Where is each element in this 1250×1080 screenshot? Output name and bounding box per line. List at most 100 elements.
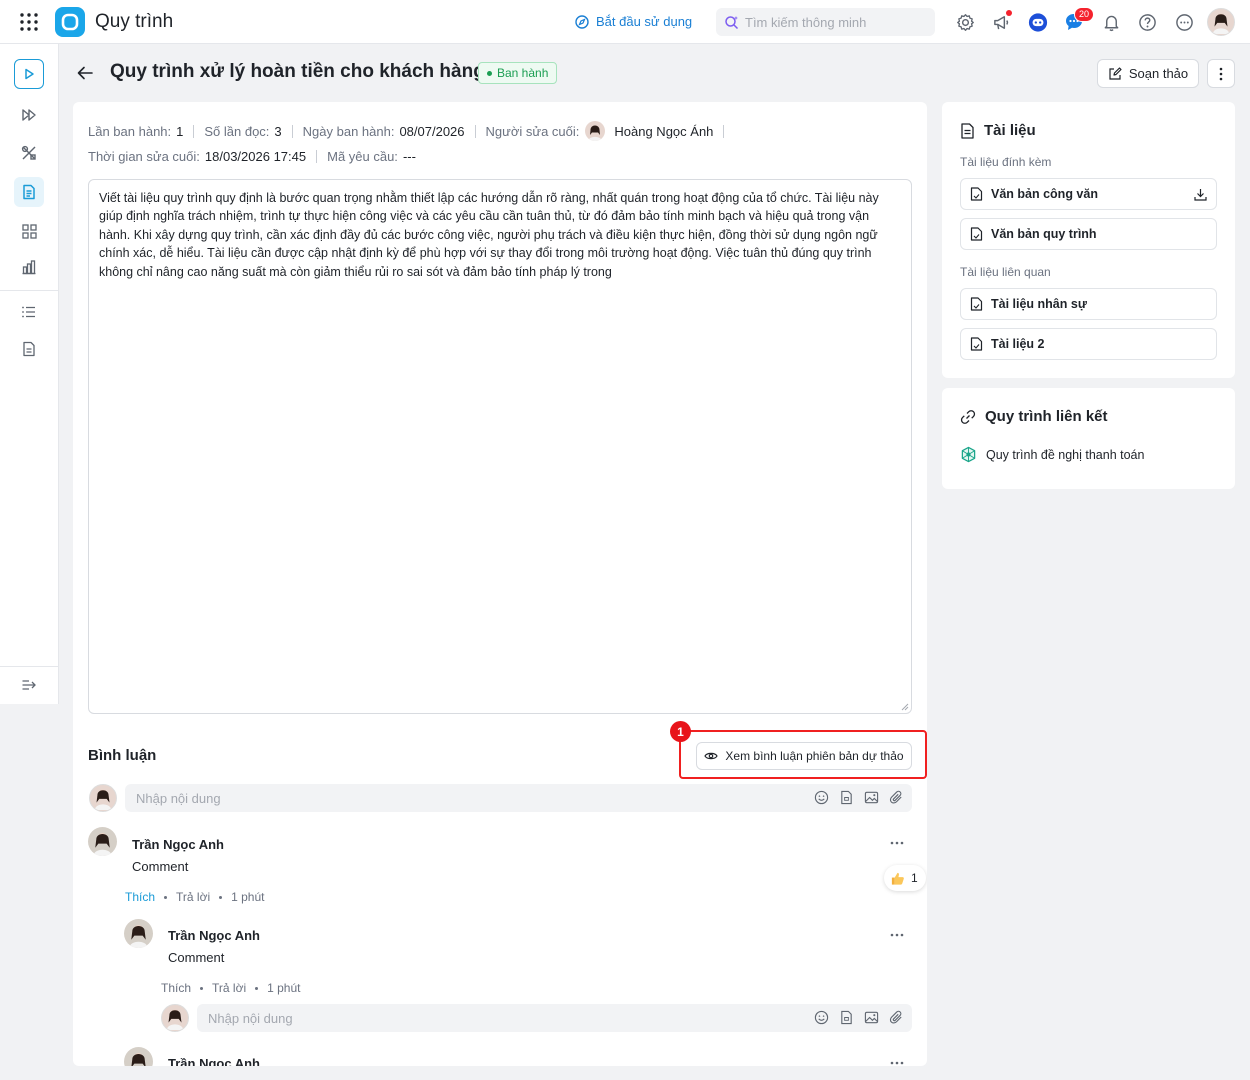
attached-document-name: Văn bản công văn xyxy=(991,187,1098,201)
page-title: Quy trình xử lý hoàn tiền cho khách hàng xyxy=(110,61,485,82)
back-button[interactable] xyxy=(75,63,95,83)
play-icon xyxy=(25,68,34,80)
sidebar-expand-toggle[interactable] xyxy=(14,670,44,700)
document-content[interactable]: Viết tài liệu quy trình quy định là bước… xyxy=(88,179,912,714)
release-count-label: Lần ban hành: xyxy=(88,123,172,139)
megaphone-icon[interactable] xyxy=(991,10,1012,32)
reply-input-tools xyxy=(814,1010,904,1025)
sidebar-item-documents[interactable] xyxy=(14,177,44,207)
reaction-count: 1 xyxy=(911,871,918,885)
bell-icon[interactable] xyxy=(1101,12,1121,32)
reply-input-avatar xyxy=(161,1004,189,1032)
attached-document-name: Văn bản quy trình xyxy=(991,227,1097,241)
meta-row-1: Lần ban hành: 1 Số lần đọc: 3 Ngày ban h… xyxy=(88,121,734,141)
image-icon[interactable] xyxy=(864,1010,879,1025)
file-icon xyxy=(970,187,983,201)
sidebar-item-list[interactable] xyxy=(14,297,44,327)
view-draft-comments-label: Xem bình luận phiên bản dự thảo xyxy=(725,749,904,763)
sidebar-item-fast-forward[interactable] xyxy=(14,100,44,130)
attachment-icon[interactable] xyxy=(889,1010,904,1025)
reply-more-icon[interactable] xyxy=(887,930,907,940)
reaction-summary[interactable]: 1 xyxy=(884,865,926,891)
reply-reply-button[interactable]: Trả lời xyxy=(212,981,246,995)
sidebar-item-run[interactable] xyxy=(14,59,44,89)
edit-icon xyxy=(1109,66,1122,80)
chat-badge: 20 xyxy=(1074,7,1095,22)
view-draft-comments-button[interactable]: Xem bình luận phiên bản dự thảo xyxy=(696,742,912,770)
reply-like-button[interactable]: Thích xyxy=(161,981,191,995)
comment-more-icon[interactable] xyxy=(887,1058,907,1066)
smart-search[interactable] xyxy=(716,8,935,36)
smart-search-icon xyxy=(725,15,739,29)
meta-row-2: Thời gian sửa cuối: 18/03/2026 17:45 Mã … xyxy=(88,149,416,164)
release-date: 08/07/2026 xyxy=(399,123,465,139)
sidebar-item-file[interactable] xyxy=(14,334,44,364)
related-document[interactable]: Tài liệu 2 xyxy=(960,328,1217,360)
reply-input[interactable] xyxy=(208,1010,628,1026)
sidebar-item-grid[interactable] xyxy=(14,216,44,246)
related-document[interactable]: Tài liệu nhân sự xyxy=(960,288,1217,320)
smart-search-input[interactable] xyxy=(745,14,925,30)
more-options-button[interactable] xyxy=(1207,59,1235,88)
gif-icon[interactable] xyxy=(839,790,854,805)
thumbs-up-icon xyxy=(891,872,904,885)
reply-input-box[interactable] xyxy=(197,1004,912,1032)
sidebar-item-tools[interactable] xyxy=(14,138,44,168)
app-grid-icon[interactable] xyxy=(20,13,38,31)
document-icon xyxy=(961,122,974,139)
like-button[interactable]: Thích xyxy=(125,890,155,904)
attachment-icon[interactable] xyxy=(889,790,904,805)
current-user-avatar xyxy=(89,784,117,812)
file-icon xyxy=(970,297,983,311)
file-icon xyxy=(23,341,35,357)
comment-input[interactable] xyxy=(136,790,556,806)
last-editor-avatar xyxy=(585,121,606,141)
documents-panel-title: Tài liệu xyxy=(960,122,1036,139)
last-edit-time-label: Thời gian sửa cuối: xyxy=(88,149,200,164)
settings-icon[interactable] xyxy=(955,12,975,32)
read-count: 3 xyxy=(274,123,282,139)
app-logo[interactable] xyxy=(55,7,85,37)
document-body: Viết tài liệu quy trình quy định là bước… xyxy=(99,191,879,279)
arrow-left-icon xyxy=(77,66,93,80)
bot-icon[interactable] xyxy=(1028,12,1048,32)
tools-icon xyxy=(21,145,36,160)
related-document-name: Tài liệu 2 xyxy=(991,337,1045,351)
last-editor-label: Người sửa cuối: xyxy=(485,123,580,139)
emoji-icon[interactable] xyxy=(814,790,829,805)
left-sidebar xyxy=(0,44,59,704)
attached-document[interactable]: Văn bản công văn xyxy=(960,178,1217,210)
last-edit-time: 18/03/2026 17:45 xyxy=(204,149,307,164)
attached-document[interactable]: Văn bản quy trình xyxy=(960,218,1217,250)
bar-chart-icon xyxy=(22,260,36,275)
getting-started-link[interactable]: Bắt đầu sử dụng xyxy=(575,14,692,29)
comment-actions: Thích Trả lời 1 phút xyxy=(125,890,264,904)
help-icon[interactable] xyxy=(1137,12,1157,32)
download-icon[interactable] xyxy=(1194,188,1207,201)
linked-title: Quy trình liên kết xyxy=(985,408,1108,425)
main-content-card: Lần ban hành: 1 Số lần đọc: 3 Ngày ban h… xyxy=(73,102,927,1066)
gif-icon[interactable] xyxy=(839,1010,854,1025)
reply-actions: Thích Trả lời 1 phút xyxy=(161,981,300,995)
notification-dot xyxy=(1006,10,1012,16)
sidebar-item-reports[interactable] xyxy=(14,252,44,282)
eye-icon xyxy=(704,752,719,760)
related-documents-label: Tài liệu liên quan xyxy=(960,265,1051,279)
draft-button[interactable]: Soạn thảo xyxy=(1097,59,1199,88)
user-avatar[interactable] xyxy=(1207,8,1235,36)
emoji-icon[interactable] xyxy=(814,1010,829,1025)
resize-handle-icon[interactable] xyxy=(901,703,909,711)
reply-button[interactable]: Trả lời xyxy=(176,890,210,904)
image-icon[interactable] xyxy=(864,790,879,805)
process-icon xyxy=(961,446,976,463)
linked-process-name: Quy trình đề nghị thanh toán xyxy=(986,447,1145,462)
linked-process-item[interactable]: Quy trình đề nghị thanh toán xyxy=(960,446,1144,463)
release-date-label: Ngày ban hành: xyxy=(302,123,395,139)
comment-input-box[interactable] xyxy=(125,784,912,812)
more-apps-icon[interactable] xyxy=(1174,12,1194,32)
request-code-label: Mã yêu cầu: xyxy=(327,149,398,164)
chat-icon[interactable]: 20 xyxy=(1064,7,1095,32)
comments-title: Bình luận xyxy=(88,747,157,764)
document-icon xyxy=(23,184,35,200)
comment-more-icon[interactable] xyxy=(887,838,907,848)
